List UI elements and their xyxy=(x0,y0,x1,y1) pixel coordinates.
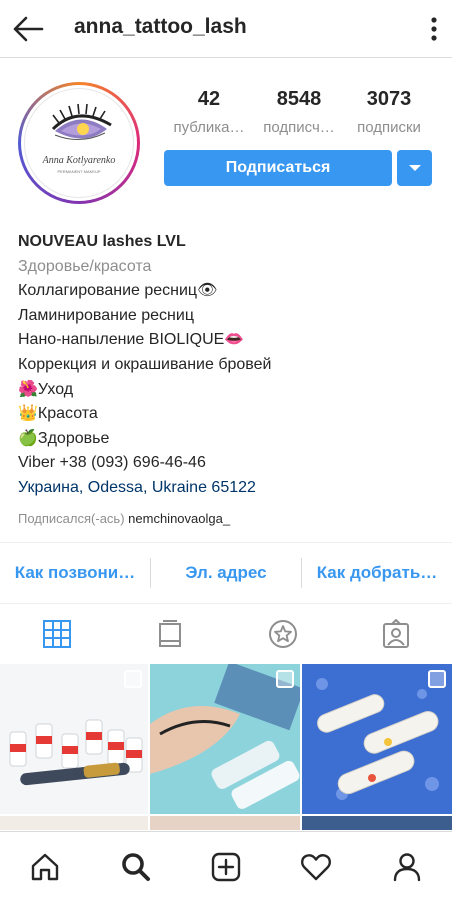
email-button[interactable]: Эл. адрес xyxy=(151,563,301,583)
logo-name: Anna Kotlyarenko xyxy=(42,155,116,166)
bio-line: Коррекция и окрашивание бровей xyxy=(18,355,272,373)
bio-line: 🌺Уход xyxy=(18,380,74,398)
arrow-left-icon[interactable] xyxy=(12,14,44,44)
followed-by-user: nemchinovaolga_ xyxy=(128,510,231,526)
bio-line: 🍏Здоровье xyxy=(18,429,110,447)
suggestions-dropdown-button[interactable] xyxy=(397,150,432,186)
grid-icon xyxy=(42,620,71,648)
heart-icon xyxy=(301,853,332,880)
bio-line: Viber +38 (093) 696-46-46 xyxy=(18,454,206,472)
star-icon xyxy=(268,620,297,648)
post-thumbnail[interactable] xyxy=(0,816,148,830)
stat-value: 42 xyxy=(197,88,221,110)
directions-button[interactable]: Как добрать… xyxy=(302,563,452,583)
top-bar: anna_tattoo_lash xyxy=(0,0,452,58)
search-icon xyxy=(121,852,150,881)
bio-line: Коллагирование ресниц👁 xyxy=(18,282,218,300)
nav-activity[interactable] xyxy=(294,845,338,889)
post-thumbnail[interactable] xyxy=(150,816,300,830)
followed-by-prefix: Подписался(-ась) xyxy=(18,510,125,526)
multi-post-icon xyxy=(276,670,294,688)
multi-post-icon xyxy=(428,670,446,688)
post-thumbnail[interactable] xyxy=(302,816,452,830)
nav-search[interactable] xyxy=(114,845,158,889)
call-button[interactable]: Как позвони… xyxy=(0,563,150,583)
location-link[interactable]: Украина, Odessa, Ukraine 65122 xyxy=(18,476,438,501)
tagged-icon xyxy=(382,619,409,648)
stat-label: подписч… xyxy=(263,119,335,136)
chevron-down-icon xyxy=(408,165,421,171)
post-thumbnail[interactable] xyxy=(0,664,148,814)
tab-guides[interactable] xyxy=(263,614,303,654)
follow-button[interactable]: Подписаться xyxy=(164,150,392,186)
multi-post-icon xyxy=(124,670,142,688)
stat-value: 8548 xyxy=(276,88,322,110)
profile-bio: NOUVEAU lashes LVL Здоровье/красота Колл… xyxy=(18,230,438,531)
profile-full-name: NOUVEAU lashes LVL xyxy=(18,233,186,250)
bio-line: Нано-напыление BIOLIQUE👄 xyxy=(18,331,245,349)
stat-following[interactable]: 3073 подписки xyxy=(344,88,434,136)
contact-actions: Как позвони… Эл. адрес Как добрать… xyxy=(0,542,452,604)
nav-home[interactable] xyxy=(23,845,67,889)
stat-followers[interactable]: 8548 подписч… xyxy=(254,88,344,136)
post-thumbnail[interactable] xyxy=(150,664,300,814)
nav-new-post[interactable] xyxy=(204,845,248,889)
profile-username: anna_tattoo_lash xyxy=(74,15,247,38)
eye-logo-icon xyxy=(51,103,112,140)
profile-icon xyxy=(393,852,420,881)
home-icon xyxy=(31,853,59,880)
tab-grid[interactable] xyxy=(37,614,77,654)
stat-posts[interactable]: 42 публика… xyxy=(164,88,254,136)
post-grid xyxy=(0,664,452,830)
igtv-icon xyxy=(158,620,181,647)
kebab-icon[interactable] xyxy=(430,16,438,42)
bio-line: 👑Красота xyxy=(18,405,98,423)
nav-profile[interactable] xyxy=(385,845,429,889)
logo-subtitle: PERMANENT MAKEUP xyxy=(57,169,101,174)
stat-value: 3073 xyxy=(366,88,412,110)
bio-line: Ламинирование ресниц xyxy=(18,306,194,324)
avatar[interactable]: Anna Kotlyarenko PERMANENT MAKEUP xyxy=(18,82,140,204)
stat-label: публика… xyxy=(173,119,245,136)
stat-label: подписки xyxy=(357,119,421,136)
followed-by[interactable]: Подписался(-ась) nemchinovaolga_ xyxy=(18,507,438,532)
tab-igtv[interactable] xyxy=(150,614,190,654)
tab-tagged[interactable] xyxy=(376,614,416,654)
add-icon xyxy=(211,852,241,881)
post-thumbnail[interactable] xyxy=(302,664,452,814)
profile-tabs xyxy=(0,604,452,664)
bottom-navigation xyxy=(0,831,452,901)
profile-category: Здоровье/красота xyxy=(18,257,152,275)
profile-stats: 42 публика… 8548 подписч… 3073 подписки xyxy=(164,88,434,136)
